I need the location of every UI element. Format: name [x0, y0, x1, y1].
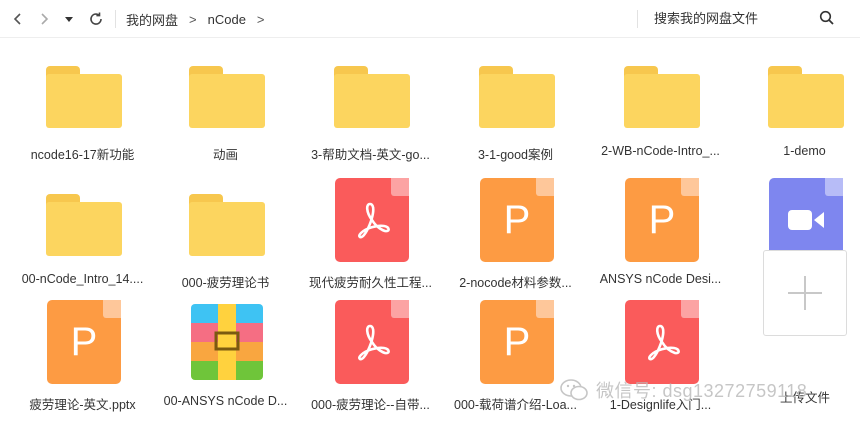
pdf-file-icon	[335, 300, 409, 384]
toolbar: 我的网盘 > nCode > 搜索我的网盘文件	[0, 0, 860, 38]
file-name-label: 现代疲劳耐久性工程...	[309, 276, 432, 290]
file-item[interactable]: 3-帮助文档-英文-go...	[298, 50, 443, 172]
pdf-icon-wrapper	[334, 300, 410, 384]
back-button[interactable]	[8, 9, 28, 29]
breadcrumb-separator: >	[256, 11, 265, 27]
folder-icon-wrapper	[334, 50, 410, 134]
breadcrumb: 我的网盘 > nCode >	[115, 0, 276, 38]
folder-icon-wrapper	[479, 50, 555, 134]
folder-icon	[46, 66, 122, 128]
file-item[interactable]: 00-ANSYS nCode D...	[153, 300, 298, 422]
file-name-label: 000-疲劳理论书	[181, 276, 270, 290]
breadcrumb-item-root[interactable]: 我的网盘	[126, 10, 178, 29]
file-item[interactable]: P 疲劳理论-英文.pptx	[10, 300, 155, 422]
pdf-icon-wrapper	[334, 178, 410, 262]
folder-icon	[189, 194, 265, 256]
file-name-label: 2-WB-nCode-Intro_...	[601, 144, 720, 158]
search-icon	[819, 10, 834, 25]
folder-icon-wrapper	[768, 50, 844, 134]
refresh-button[interactable]	[86, 9, 106, 29]
file-item[interactable]: 3-1-good案例	[443, 50, 588, 172]
file-item[interactable]: 2-WB-nCode-Intro_...	[588, 50, 733, 172]
refresh-icon	[90, 12, 102, 25]
pdf-file-icon	[625, 300, 699, 384]
upload-button[interactable]	[763, 250, 847, 336]
folder-icon	[46, 194, 122, 256]
folder-icon-wrapper	[624, 50, 700, 134]
chevron-left-icon	[13, 13, 21, 25]
pdf-file-icon	[335, 178, 409, 262]
ppt-icon-wrapper: P	[479, 178, 555, 262]
wechat-watermark: 微信号: dsg13272759118	[560, 375, 807, 405]
file-name-label: 3-帮助文档-英文-go...	[311, 148, 430, 162]
ppt-letter-icon: P	[70, 319, 98, 364]
file-item[interactable]: 000-疲劳理论书	[153, 178, 298, 300]
file-name-label: 3-1-good案例	[477, 148, 554, 162]
folder-icon-wrapper	[46, 178, 122, 262]
wechat-icon	[560, 379, 588, 401]
folder-icon	[479, 66, 555, 128]
file-name-label: 00-nCode_Intro_14....	[21, 272, 144, 286]
file-name-label: 疲劳理论-英文.pptx	[29, 398, 136, 412]
ppt-file-icon: P	[480, 300, 554, 384]
toolbar-divider	[115, 10, 116, 28]
folder-icon	[624, 66, 700, 128]
ppt-letter-icon: P	[503, 197, 531, 242]
search-button[interactable]	[819, 10, 835, 31]
pdf-acrobat-icon	[648, 324, 680, 361]
folder-icon	[768, 66, 844, 128]
file-name-label: 动画	[212, 148, 238, 162]
ppt-letter-icon: P	[648, 197, 676, 242]
pdf-acrobat-icon	[358, 324, 390, 361]
folder-icon	[334, 66, 410, 128]
folder-icon	[189, 66, 265, 128]
ppt-file-icon: P	[625, 178, 699, 262]
ppt-icon-wrapper: P	[479, 300, 555, 384]
archive-file-icon	[191, 304, 263, 380]
ppt-file-icon: P	[480, 178, 554, 262]
file-name-label: 00-ANSYS nCode D...	[163, 394, 288, 408]
file-name-label: 2-nocode材料参数...	[459, 276, 572, 290]
breadcrumb-separator: >	[189, 11, 197, 27]
video-camera-icon	[788, 210, 824, 230]
ppt-icon-wrapper: P	[624, 178, 700, 262]
chevron-right-icon	[41, 13, 49, 25]
file-name-label: 1-demo	[783, 144, 826, 158]
file-item[interactable]: P ANSYS nCode Desi...	[588, 178, 733, 300]
rar-archive-icon	[191, 304, 263, 380]
caret-down-icon	[65, 17, 73, 22]
ppt-icon-wrapper: P	[46, 300, 122, 384]
file-name-label: ncode16-17新功能	[30, 148, 135, 162]
file-name-label: 000-疲劳理论--自带...	[311, 398, 430, 412]
folder-icon-wrapper	[189, 50, 265, 134]
folder-icon-wrapper	[46, 50, 122, 134]
file-item[interactable]: 1-demo	[732, 50, 860, 172]
file-item[interactable]: P 2-nocode材料参数...	[443, 178, 588, 300]
file-item[interactable]: ncode16-17新功能	[10, 50, 155, 172]
file-item[interactable]: 000-疲劳理论--自带...	[298, 300, 443, 422]
file-item[interactable]: 动画	[153, 50, 298, 172]
plus-icon	[788, 276, 822, 310]
file-item[interactable]: 现代疲劳耐久性工程...	[298, 178, 443, 300]
pdf-icon-wrapper	[624, 300, 700, 384]
file-item[interactable]: 00-nCode_Intro_14....	[10, 178, 155, 300]
ppt-file-icon: P	[47, 300, 121, 384]
watermark-text: 微信号: dsg13272759118	[596, 381, 808, 401]
rar-icon-wrapper	[189, 300, 265, 384]
pdf-acrobat-icon	[358, 202, 390, 239]
history-dropdown-button[interactable]	[59, 9, 79, 29]
breadcrumb-item-current[interactable]: nCode	[208, 12, 246, 27]
search-divider	[637, 10, 638, 28]
folder-icon-wrapper	[189, 178, 265, 262]
file-name-label: ANSYS nCode Desi...	[599, 272, 722, 286]
forward-button[interactable]	[34, 9, 54, 29]
search-input[interactable]: 搜索我的网盘文件	[654, 0, 758, 38]
ppt-letter-icon: P	[503, 319, 531, 364]
